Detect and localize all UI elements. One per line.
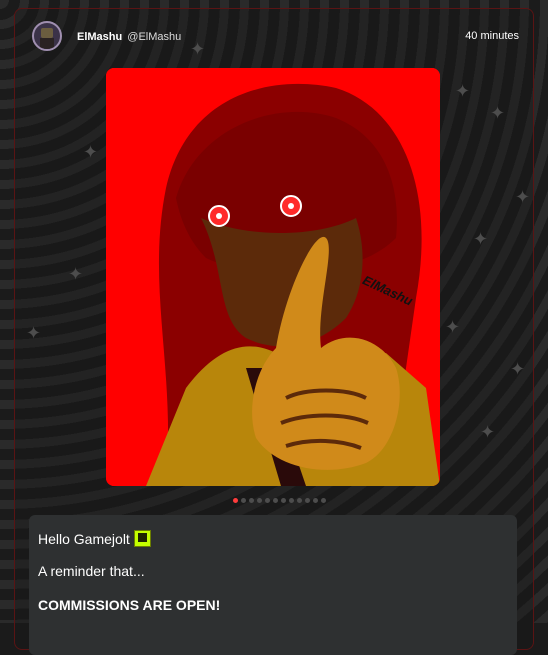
post-card[interactable]: ElMashu @ElMashu 40 minutes ElMashu Hell… — [14, 8, 534, 655]
artwork-image — [106, 68, 440, 486]
user-info[interactable]: ElMashu @ElMashu — [77, 31, 181, 43]
display-name[interactable]: ElMashu — [77, 31, 122, 43]
username-handle[interactable]: @ElMashu — [127, 31, 181, 43]
greeting-text: Hello Gamejolt — [38, 531, 130, 547]
carousel-dot[interactable] — [233, 497, 238, 503]
carousel-dot[interactable] — [289, 497, 294, 503]
carousel-dot[interactable] — [297, 497, 302, 503]
carousel-dot[interactable] — [305, 497, 310, 503]
carousel-indicator[interactable] — [233, 497, 326, 503]
post-timestamp: 40 minutes — [465, 30, 519, 42]
carousel-dot[interactable] — [313, 497, 318, 503]
content-line: COMMISSIONS ARE OPEN! — [38, 597, 221, 613]
avatar[interactable] — [32, 21, 62, 51]
carousel-dot[interactable] — [321, 497, 326, 503]
post-content: Hello Gamejolt A reminder that... COMMIS… — [29, 515, 517, 655]
post-image[interactable]: ElMashu — [106, 68, 440, 486]
carousel-dot[interactable] — [257, 497, 262, 503]
content-line: Hello Gamejolt — [38, 530, 151, 547]
carousel-dot[interactable] — [281, 497, 286, 503]
carousel-dot[interactable] — [273, 497, 278, 503]
gamejolt-emoji-icon — [133, 530, 151, 547]
carousel-dot[interactable] — [249, 497, 254, 503]
post-header: ElMashu @ElMashu 40 minutes — [15, 9, 533, 65]
carousel-dot[interactable] — [265, 497, 270, 503]
content-line: A reminder that... — [38, 563, 145, 579]
carousel-dot[interactable] — [241, 497, 246, 503]
